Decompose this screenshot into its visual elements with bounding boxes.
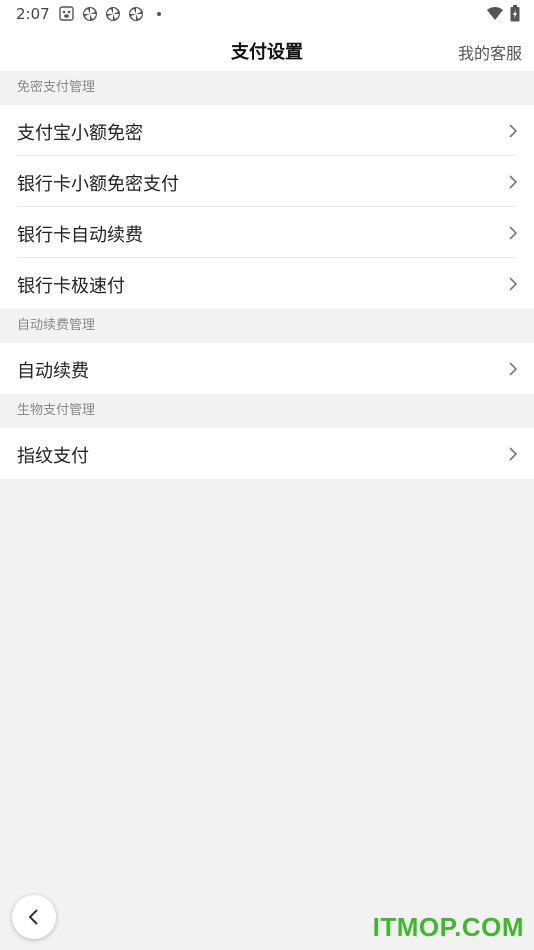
pinwheel-icon bbox=[104, 5, 121, 22]
row-alipay-small-password-free[interactable]: 支付宝小额免密 bbox=[0, 105, 534, 156]
row-auto-renew[interactable]: 自动续费 bbox=[0, 343, 534, 394]
battery-charging-icon bbox=[510, 5, 520, 26]
notification-icons bbox=[58, 5, 167, 22]
chevron-right-icon bbox=[509, 277, 518, 291]
row-label: 银行卡自动续费 bbox=[17, 225, 143, 246]
section-header-biometric: 生物支付管理 bbox=[0, 394, 534, 428]
customer-service-link[interactable]: 我的客服 bbox=[458, 40, 522, 64]
page-title: 支付设置 bbox=[231, 42, 303, 63]
list-biometric: 指纹支付 bbox=[0, 428, 534, 479]
list-password-free: 支付宝小额免密 银行卡小额免密支付 银行卡自动续费 银行卡极速付 bbox=[0, 105, 534, 309]
pinwheel-icon bbox=[127, 5, 144, 22]
wifi-icon bbox=[486, 6, 504, 25]
section-header-password-free: 免密支付管理 bbox=[0, 71, 534, 105]
list-auto-renew: 自动续费 bbox=[0, 343, 534, 394]
section-header-auto-renew: 自动续费管理 bbox=[0, 309, 534, 343]
row-bankcard-auto-renew[interactable]: 银行卡自动续费 bbox=[0, 207, 534, 258]
row-bankcard-small-password-free[interactable]: 银行卡小额免密支付 bbox=[0, 156, 534, 207]
chevron-right-icon bbox=[509, 362, 518, 376]
row-bankcard-express-pay[interactable]: 银行卡极速付 bbox=[0, 258, 534, 309]
system-icons bbox=[486, 5, 520, 26]
baidu-icon bbox=[58, 5, 75, 22]
nav-bar: 支付设置 我的客服 bbox=[0, 28, 534, 71]
chevron-left-icon bbox=[28, 909, 38, 925]
row-label: 指纹支付 bbox=[17, 446, 89, 467]
status-bar: 2:07 bbox=[0, 0, 534, 28]
chevron-right-icon bbox=[509, 124, 518, 138]
dot-icon bbox=[150, 5, 167, 22]
status-time: 2:07 bbox=[16, 5, 50, 23]
row-label: 自动续费 bbox=[17, 361, 89, 382]
row-label: 银行卡极速付 bbox=[17, 276, 125, 297]
pinwheel-icon bbox=[81, 5, 98, 22]
watermark: ITMOP.COM bbox=[372, 912, 524, 942]
row-fingerprint-pay[interactable]: 指纹支付 bbox=[0, 428, 534, 479]
row-label: 银行卡小额免密支付 bbox=[17, 174, 179, 195]
chevron-right-icon bbox=[509, 447, 518, 461]
chevron-right-icon bbox=[509, 226, 518, 240]
back-button[interactable] bbox=[12, 895, 56, 939]
chevron-right-icon bbox=[509, 175, 518, 189]
row-label: 支付宝小额免密 bbox=[17, 123, 143, 144]
